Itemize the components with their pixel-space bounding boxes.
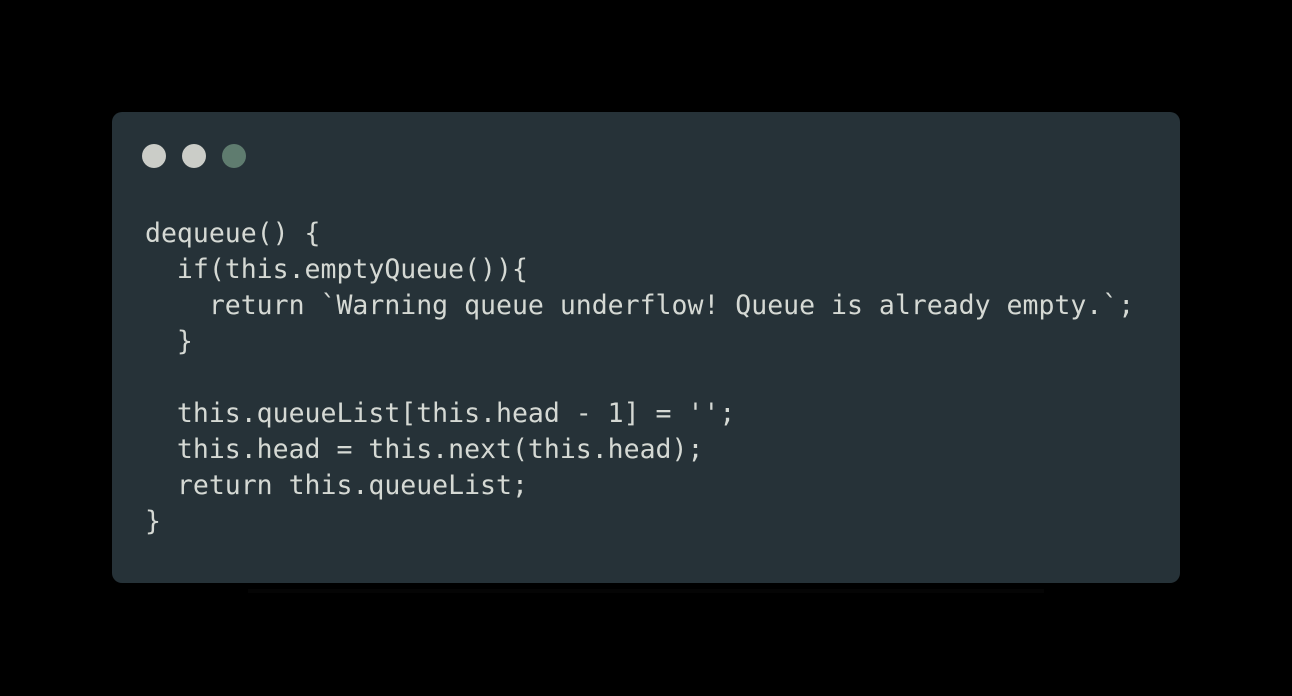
window-controls (142, 144, 246, 168)
code-line: } (145, 326, 193, 357)
code-window: dequeue() { if(this.emptyQueue()){ retur… (112, 112, 1180, 583)
maximize-dot-icon (222, 144, 246, 168)
close-dot-icon (142, 144, 166, 168)
code-block: dequeue() { if(this.emptyQueue()){ retur… (145, 216, 1134, 540)
code-line: return `Warning queue underflow! Queue i… (145, 290, 1135, 321)
code-line: this.head = this.next(this.head); (145, 434, 704, 465)
code-line: dequeue() { (145, 218, 321, 249)
code-line: } (145, 506, 161, 537)
code-line: this.queueList[this.head - 1] = ''; (145, 398, 736, 429)
minimize-dot-icon (182, 144, 206, 168)
code-line: return this.queueList; (145, 470, 528, 501)
code-line: if(this.emptyQueue()){ (145, 254, 528, 285)
window-shadow (248, 589, 1044, 593)
